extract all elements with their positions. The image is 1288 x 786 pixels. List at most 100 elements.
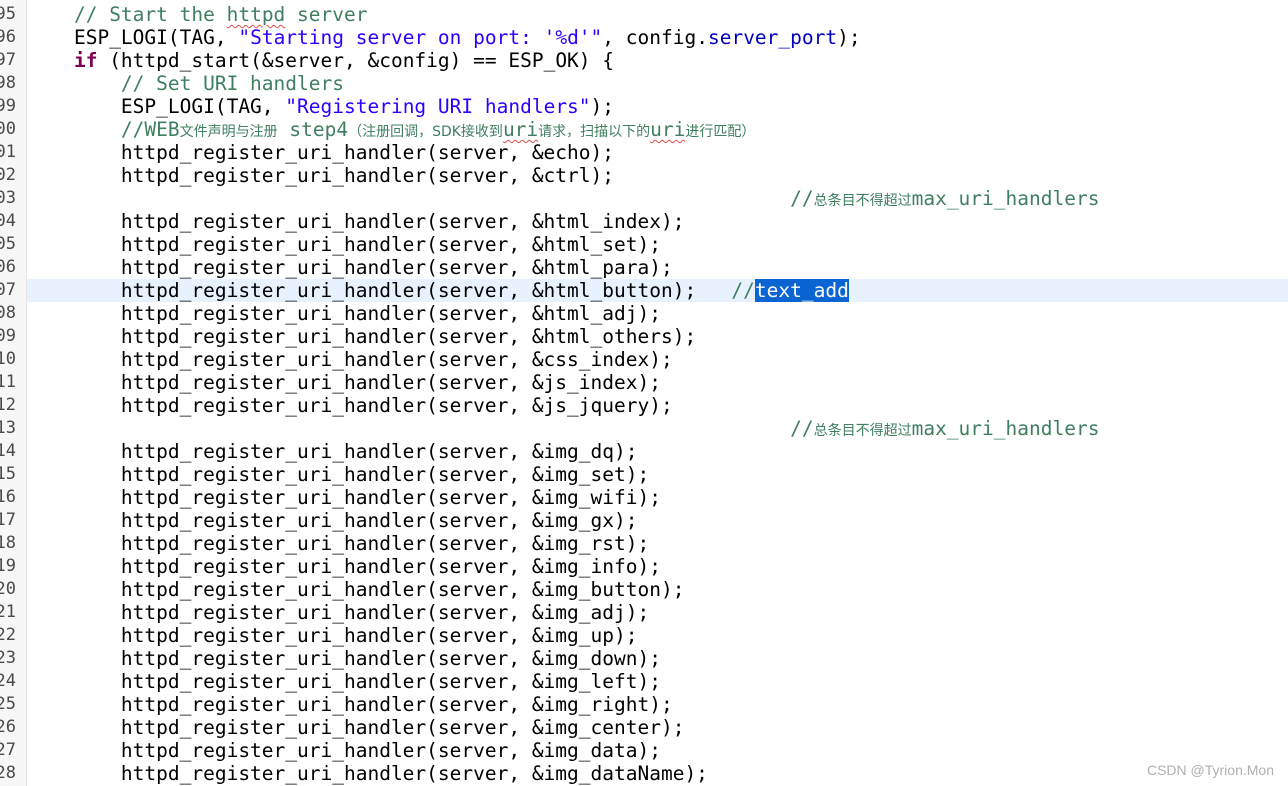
code-text[interactable]: httpd_register_uri_handler(server, &html… xyxy=(27,325,696,348)
code-text[interactable]: // Set URI handlers xyxy=(27,72,344,95)
code-line[interactable]: 126 httpd_register_uri_handler(server, &… xyxy=(0,716,1288,739)
code-line[interactable]: 101 httpd_register_uri_handler(server, &… xyxy=(0,141,1288,164)
code-line[interactable]: 108 httpd_register_uri_handler(server, &… xyxy=(0,302,1288,325)
code-line[interactable]: 112 httpd_register_uri_handler(server, &… xyxy=(0,394,1288,417)
code-text[interactable]: httpd_register_uri_handler(server, &img_… xyxy=(27,670,661,693)
code-token: httpd_register_uri_handler(server, &img_… xyxy=(120,716,685,739)
code-text[interactable]: httpd_register_uri_handler(server, &js_j… xyxy=(27,394,673,417)
code-text[interactable]: httpd_register_uri_handler(server, &html… xyxy=(27,256,673,279)
code-token: httpd_register_uri_handler(server, &img_… xyxy=(120,601,650,624)
code-text[interactable]: httpd_register_uri_handler(server, &js_i… xyxy=(27,371,661,394)
code-line[interactable]: 100 //WEB文件声明与注册 step4（注册回调，SDK接收到uri请求，… xyxy=(0,118,1288,141)
code-text[interactable]: httpd_register_uri_handler(server, &img_… xyxy=(27,739,661,762)
code-text[interactable]: httpd_register_uri_handler(server, &img_… xyxy=(27,532,649,555)
code-line[interactable]: 117 httpd_register_uri_handler(server, &… xyxy=(0,509,1288,532)
code-text[interactable]: if (httpd_start(&server, &config) == ESP… xyxy=(27,49,614,72)
code-line[interactable]: 95 // Start the httpd server xyxy=(0,3,1288,26)
code-line[interactable]: 125 httpd_register_uri_handler(server, &… xyxy=(0,693,1288,716)
code-line[interactable]: 123 httpd_register_uri_handler(server, &… xyxy=(0,647,1288,670)
code-line[interactable]: 116 httpd_register_uri_handler(server, &… xyxy=(0,486,1288,509)
code-text[interactable]: httpd_register_uri_handler(server, &img_… xyxy=(27,509,638,532)
code-line[interactable]: 105 httpd_register_uri_handler(server, &… xyxy=(0,233,1288,256)
code-line[interactable]: 103 //总条目不得超过max_uri_handlers xyxy=(0,187,1288,210)
code-text[interactable]: httpd_register_uri_handler(server, &img_… xyxy=(27,716,685,739)
code-line[interactable]: 110 httpd_register_uri_handler(server, &… xyxy=(0,348,1288,371)
code-line[interactable]: 98 // Set URI handlers xyxy=(0,72,1288,95)
code-line[interactable]: 104 httpd_register_uri_handler(server, &… xyxy=(0,210,1288,233)
code-text[interactable]: httpd_register_uri_handler(server, &img_… xyxy=(27,647,661,670)
code-text[interactable]: httpd_register_uri_handler(server, &img_… xyxy=(27,440,638,463)
code-text[interactable]: httpd_register_uri_handler(server, &css_… xyxy=(27,348,673,371)
code-text[interactable]: httpd_register_uri_handler(server, &html… xyxy=(27,210,685,233)
code-text[interactable]: httpd_register_uri_handler(server, &ctrl… xyxy=(27,164,614,187)
code-text[interactable]: // Start the httpd server xyxy=(27,3,368,26)
line-number: 117 xyxy=(0,510,16,530)
code-token: ); xyxy=(590,95,615,118)
code-text[interactable]: httpd_register_uri_handler(server, &html… xyxy=(27,279,849,302)
keyword-token: if xyxy=(73,49,98,72)
code-text[interactable]: httpd_register_uri_handler(server, &img_… xyxy=(27,486,661,509)
code-token: ESP_LOGI(TAG, xyxy=(73,26,239,49)
code-line[interactable]: 120 httpd_register_uri_handler(server, &… xyxy=(0,578,1288,601)
code-line[interactable]: 127 httpd_register_uri_handler(server, &… xyxy=(0,739,1288,762)
code-line[interactable]: 115 httpd_register_uri_handler(server, &… xyxy=(0,463,1288,486)
code-token: httpd_register_uri_handler(server, &img_… xyxy=(120,440,638,463)
code-line[interactable]: 109 httpd_register_uri_handler(server, &… xyxy=(0,325,1288,348)
code-text[interactable]: ESP_LOGI(TAG, "Registering URI handlers"… xyxy=(27,95,614,118)
comment-token: uri xyxy=(650,118,686,141)
code-text[interactable]: httpd_register_uri_handler(server, &img_… xyxy=(27,555,661,578)
code-text[interactable]: httpd_register_uri_handler(server, &html… xyxy=(27,302,661,325)
code-line[interactable]: 128 httpd_register_uri_handler(server, &… xyxy=(0,762,1288,785)
code-token: httpd_register_uri_handler(server, &img_… xyxy=(120,509,638,532)
code-line[interactable]: 113 //总条目不得超过max_uri_handlers xyxy=(0,417,1288,440)
code-line[interactable]: 111 httpd_register_uri_handler(server, &… xyxy=(0,371,1288,394)
code-token: ESP_LOGI(TAG, xyxy=(120,95,286,118)
code-line[interactable]: 118 httpd_register_uri_handler(server, &… xyxy=(0,532,1288,555)
code-line[interactable]: 97 if (httpd_start(&server, &config) == … xyxy=(0,49,1288,72)
line-number: 107 xyxy=(0,280,16,300)
code-token: httpd_register_uri_handler(server, &css_… xyxy=(120,348,673,371)
code-text[interactable]: httpd_register_uri_handler(server, &img_… xyxy=(27,693,673,716)
code-line[interactable]: 121 httpd_register_uri_handler(server, &… xyxy=(0,601,1288,624)
code-text[interactable]: httpd_register_uri_handler(server, &echo… xyxy=(27,141,614,164)
line-number: 121 xyxy=(0,602,16,622)
code-text[interactable]: httpd_register_uri_handler(server, &img_… xyxy=(27,762,708,785)
code-token: httpd_register_uri_handler(server, &img_… xyxy=(120,486,661,509)
code-line[interactable]: 122 httpd_register_uri_handler(server, &… xyxy=(0,624,1288,647)
code-token: httpd_register_uri_handler(server, &img_… xyxy=(120,647,661,670)
code-line[interactable]: 124 httpd_register_uri_handler(server, &… xyxy=(0,670,1288,693)
code-line[interactable]: 102 httpd_register_uri_handler(server, &… xyxy=(0,164,1288,187)
code-token: httpd_register_uri_handler(server, &img_… xyxy=(120,670,661,693)
code-line[interactable]: 96 ESP_LOGI(TAG, "Starting server on por… xyxy=(0,26,1288,49)
code-line[interactable]: 119 httpd_register_uri_handler(server, &… xyxy=(0,555,1288,578)
code-text[interactable]: httpd_register_uri_handler(server, &img_… xyxy=(27,463,649,486)
watermark: CSDN @Tyrion.Mon xyxy=(1146,762,1274,778)
line-number: 122 xyxy=(0,625,16,645)
code-line[interactable]: 99 ESP_LOGI(TAG, "Registering URI handle… xyxy=(0,95,1288,118)
code-line-current[interactable]: 107 httpd_register_uri_handler(server, &… xyxy=(0,279,1288,302)
line-number: 98 xyxy=(0,73,16,93)
code-text[interactable]: ESP_LOGI(TAG, "Starting server on port: … xyxy=(27,26,861,49)
code-text[interactable]: httpd_register_uri_handler(server, &img_… xyxy=(27,601,649,624)
code-line[interactable]: 106 httpd_register_uri_handler(server, &… xyxy=(0,256,1288,279)
code-text[interactable]: httpd_register_uri_handler(server, &img_… xyxy=(27,624,638,647)
code-text[interactable]: httpd_register_uri_handler(server, &img_… xyxy=(27,578,685,601)
comment-token: 总条目不得超过 xyxy=(813,193,912,209)
code-token: httpd_register_uri_handler(server, &html… xyxy=(120,279,732,302)
code-token: httpd_register_uri_handler(server, &echo… xyxy=(120,141,615,164)
line-number: 101 xyxy=(0,142,16,162)
code-line[interactable]: 114 httpd_register_uri_handler(server, &… xyxy=(0,440,1288,463)
code-text[interactable]: httpd_register_uri_handler(server, &html… xyxy=(27,233,661,256)
code-token: httpd_register_uri_handler(server, &js_i… xyxy=(120,371,661,394)
field-token: server_port xyxy=(707,26,838,49)
code-editor[interactable]: 95 // Start the httpd server 96 ESP_LOGI(… xyxy=(0,0,1288,786)
